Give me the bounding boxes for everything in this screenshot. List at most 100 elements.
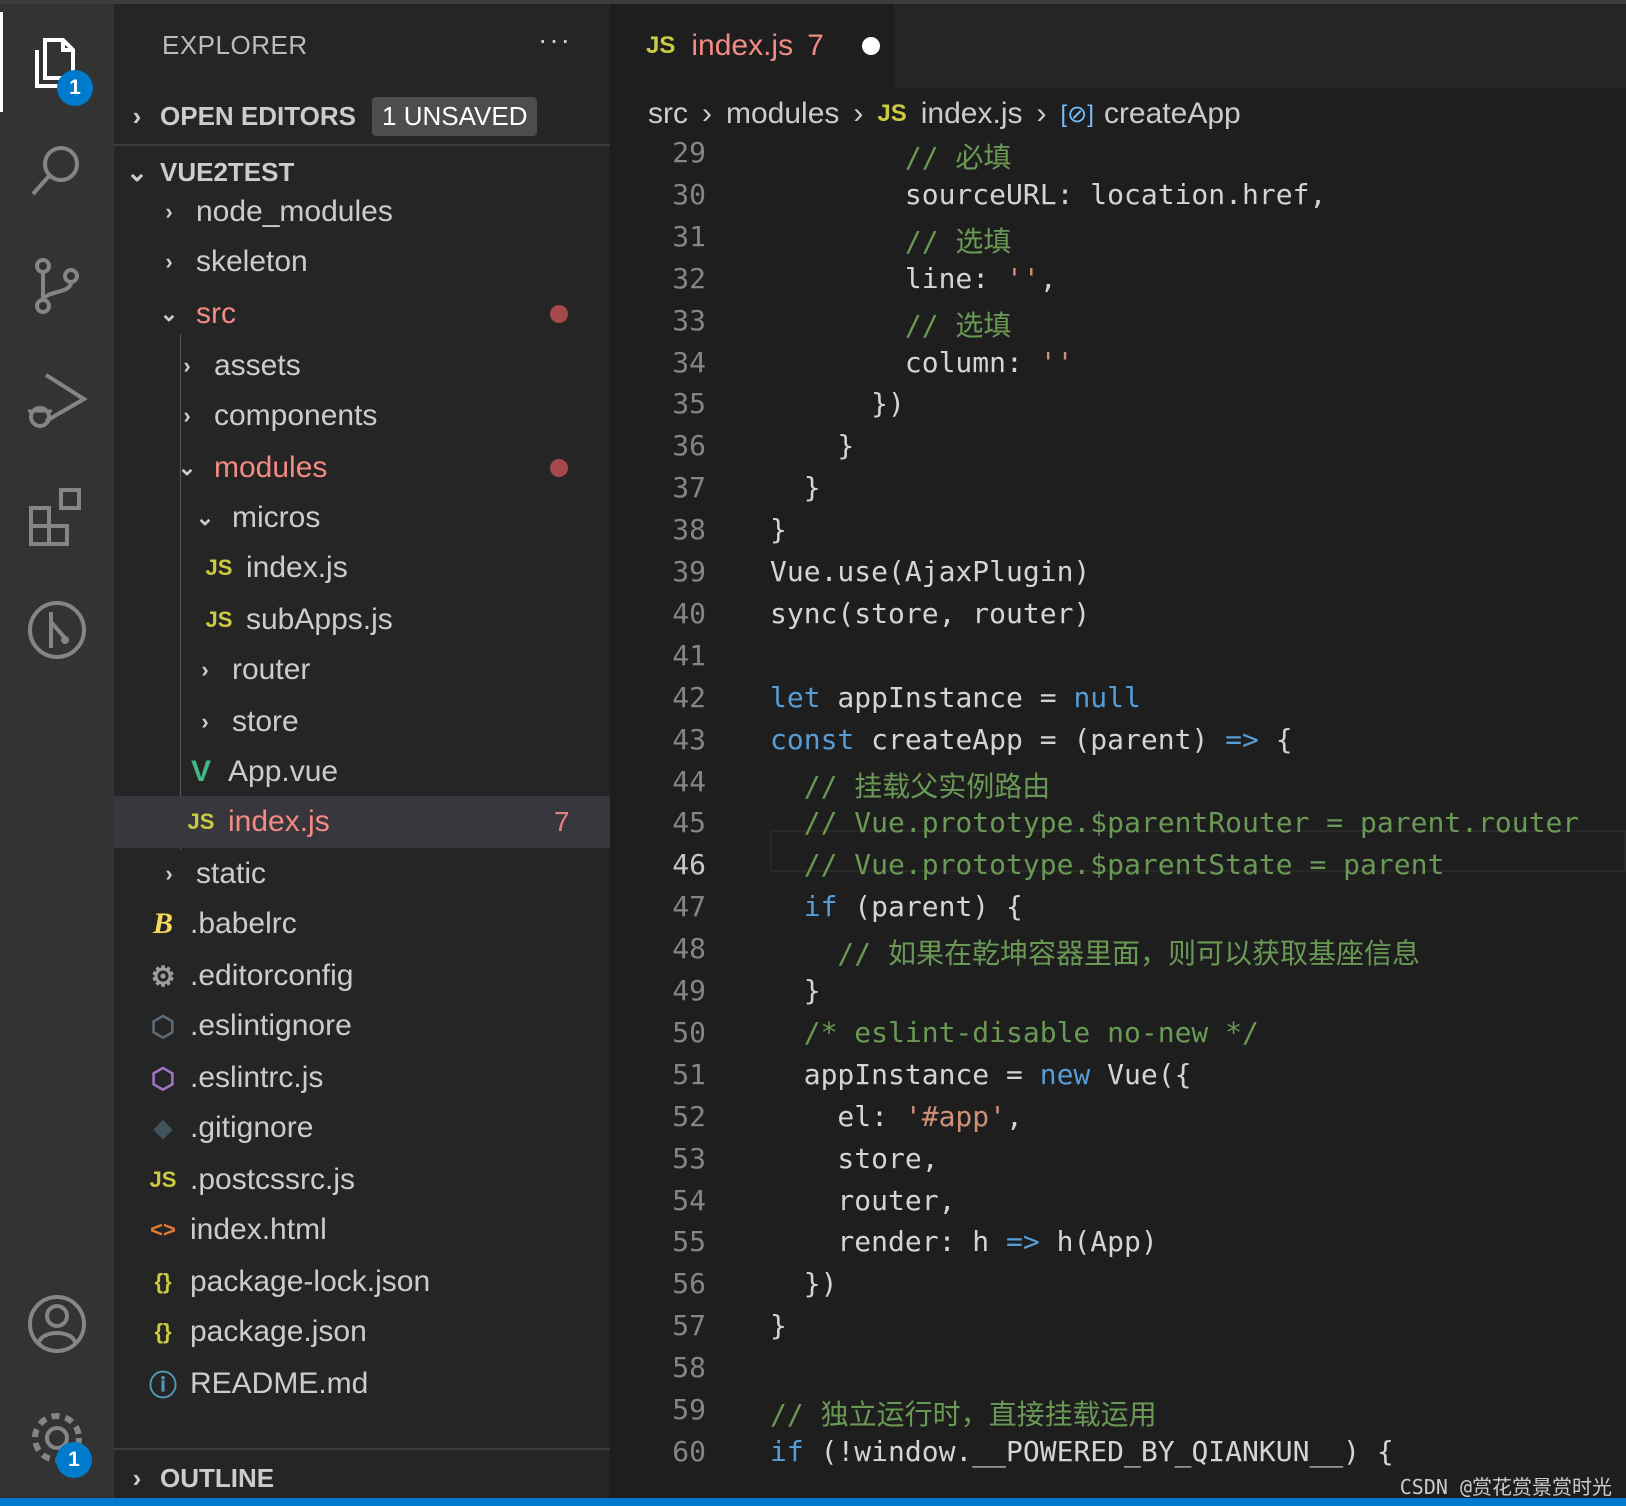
code-editor[interactable]: 29 // 必填 30 sourceURL: location.href, 31 /… xyxy=(610,140,1626,1506)
line-number: 29 xyxy=(672,140,706,169)
tree-item-eslintrc-js[interactable]: ⬡ .eslintrc.js xyxy=(114,1052,610,1104)
explorer-sidebar: EXPLORER ··· › OPEN EDITORS 1 UNSAVED ⌄ … xyxy=(114,4,610,1506)
tree-item-micros-index-js[interactable]: JS index.js xyxy=(114,542,610,594)
tree-item-index-html[interactable]: <> index.html xyxy=(114,1204,610,1256)
tree-item-assets[interactable]: › assets xyxy=(114,340,610,392)
tree-item-package-json[interactable]: {} package.json xyxy=(114,1306,610,1358)
explorer-activity-button[interactable]: 1 xyxy=(0,12,114,112)
tree-item-gitignore[interactable]: ◆ .gitignore xyxy=(114,1102,610,1154)
line-number: 40 xyxy=(672,596,706,630)
breadcrumb-symbol[interactable]: createApp xyxy=(1104,97,1241,131)
breadcrumb-file[interactable]: index.js xyxy=(921,97,1023,131)
code-line: }) xyxy=(770,387,905,421)
tree-item-node-modules[interactable]: › node_modules xyxy=(114,186,610,238)
tree-item-micros[interactable]: ⌄ micros xyxy=(114,492,610,544)
chevron-right-icon: › xyxy=(853,97,864,130)
breadcrumb-src[interactable]: src xyxy=(648,97,688,131)
tree-item-components[interactable]: › components xyxy=(114,390,610,442)
chevron-right-icon: › xyxy=(702,97,712,130)
open-editors-label: OPEN EDITORS xyxy=(160,100,357,131)
code-line: let appInstance = null xyxy=(770,680,1141,714)
json-file-icon: {} xyxy=(154,1269,172,1294)
tree-item-label: node_modules xyxy=(196,195,393,228)
tree-item-label: static xyxy=(196,857,267,890)
code-line: column: '' xyxy=(770,345,1074,379)
line-number: 48 xyxy=(672,932,706,966)
line-number: 39 xyxy=(672,555,706,588)
code-line: router, xyxy=(770,1183,956,1217)
line-number: 36 xyxy=(672,429,706,463)
tree-item-store[interactable]: › store xyxy=(114,696,610,748)
unsaved-dot-icon[interactable] xyxy=(861,37,880,55)
run-debug-activity-button[interactable] xyxy=(0,350,114,450)
code-line: // Vue.prototype.$parentState = parent xyxy=(770,848,1445,882)
tree-item-subapps-js[interactable]: JS subApps.js xyxy=(114,594,610,646)
tree-item-label: micros xyxy=(232,501,321,534)
chevron-down-icon: ⌄ xyxy=(177,455,197,480)
open-editors-section[interactable]: › OPEN EDITORS 1 UNSAVED xyxy=(114,90,610,142)
tree-item-modules-index-js[interactable]: JS index.js 7 xyxy=(114,796,610,848)
line-number: 34 xyxy=(672,345,706,379)
code-line: const createApp = (parent) => { xyxy=(770,722,1293,756)
more-actions-button[interactable]: ··· xyxy=(538,24,572,56)
tree-item-readme-md[interactable]: ⓘ README.md xyxy=(114,1358,610,1410)
tree-item-app-vue[interactable]: V App.vue xyxy=(114,746,610,798)
git-graph-activity-button[interactable] xyxy=(0,580,114,680)
chevron-right-icon: › xyxy=(165,199,173,224)
tree-item-label: skeleton xyxy=(196,245,308,278)
code-line: // 如果在乾坤容器里面，则可以获取基座信息 xyxy=(770,937,1421,971)
eslint-file-icon: ⬡ xyxy=(150,1062,176,1094)
tree-item-label: assets xyxy=(214,349,301,382)
account-activity-button[interactable] xyxy=(0,1274,114,1374)
tree-item-package-lock-json[interactable]: {} package-lock.json xyxy=(114,1256,610,1308)
tree-item-label: store xyxy=(232,705,299,738)
activity-bar: 1 1 xyxy=(0,4,114,1506)
outline-section[interactable]: › OUTLINE xyxy=(114,1452,610,1504)
line-number: 30 xyxy=(672,177,706,211)
problems-count: 7 xyxy=(554,806,570,837)
source-control-icon xyxy=(35,258,79,314)
tree-item-editorconfig[interactable]: ⚙ .editorconfig xyxy=(114,950,610,1002)
source-control-activity-button[interactable] xyxy=(0,236,114,336)
code-line: if (!window.__POWERED_BY_QIANKUN__) { xyxy=(770,1434,1394,1468)
line-number: 41 xyxy=(672,638,706,672)
line-number: 37 xyxy=(672,471,706,505)
code-line: line: '', xyxy=(770,261,1057,295)
search-activity-button[interactable] xyxy=(0,122,114,222)
line-number: 32 xyxy=(672,261,706,295)
tree-item-label: package-lock.json xyxy=(190,1265,431,1298)
tree-item-babelrc[interactable]: B .babelrc xyxy=(114,898,610,950)
breadcrumb-modules[interactable]: modules xyxy=(726,97,839,131)
tree-item-modules[interactable]: ⌄ modules xyxy=(114,442,610,494)
tree-item-label: components xyxy=(214,399,378,432)
chevron-down-icon: ⌄ xyxy=(126,156,148,187)
line-number: 51 xyxy=(672,1057,706,1091)
tree-item-eslintignore[interactable]: ⬡ .eslintignore xyxy=(114,1000,610,1052)
explorer-title: EXPLORER xyxy=(162,30,308,60)
tree-item-label: index.js xyxy=(246,551,348,584)
chevron-right-icon: › xyxy=(183,403,191,428)
js-file-icon: JS xyxy=(205,555,233,580)
tree-item-static[interactable]: › static xyxy=(114,848,610,900)
tree-item-label: package.json xyxy=(190,1315,367,1348)
code-line: // Vue.prototype.$parentRouter = parent.… xyxy=(770,806,1580,840)
line-number: 60 xyxy=(672,1434,706,1468)
js-file-icon: JS xyxy=(877,100,907,127)
js-file-icon: JS xyxy=(646,32,676,59)
tree-item-src[interactable]: ⌄ src xyxy=(114,288,610,340)
tree-item-label: .gitignore xyxy=(190,1111,314,1144)
code-line: sync(store, router) xyxy=(770,596,1091,630)
tree-item-postcssrc-js[interactable]: JS .postcssrc.js xyxy=(114,1154,610,1206)
account-icon xyxy=(28,1295,86,1353)
line-number: 38 xyxy=(672,513,706,547)
tree-item-router[interactable]: › router xyxy=(114,644,610,696)
extensions-activity-button[interactable] xyxy=(0,466,114,566)
tab-index-js[interactable]: JS index.js 7 xyxy=(610,4,894,88)
status-bar-edge xyxy=(0,1498,1626,1506)
line-number: 49 xyxy=(672,974,706,1007)
manage-activity-button[interactable]: 1 xyxy=(0,1388,114,1488)
tree-item-skeleton[interactable]: › skeleton xyxy=(114,236,610,288)
chevron-right-icon: › xyxy=(201,709,209,734)
tree-item-label: router xyxy=(232,653,311,686)
code-line: /* eslint-disable no-new */ xyxy=(770,1015,1259,1049)
